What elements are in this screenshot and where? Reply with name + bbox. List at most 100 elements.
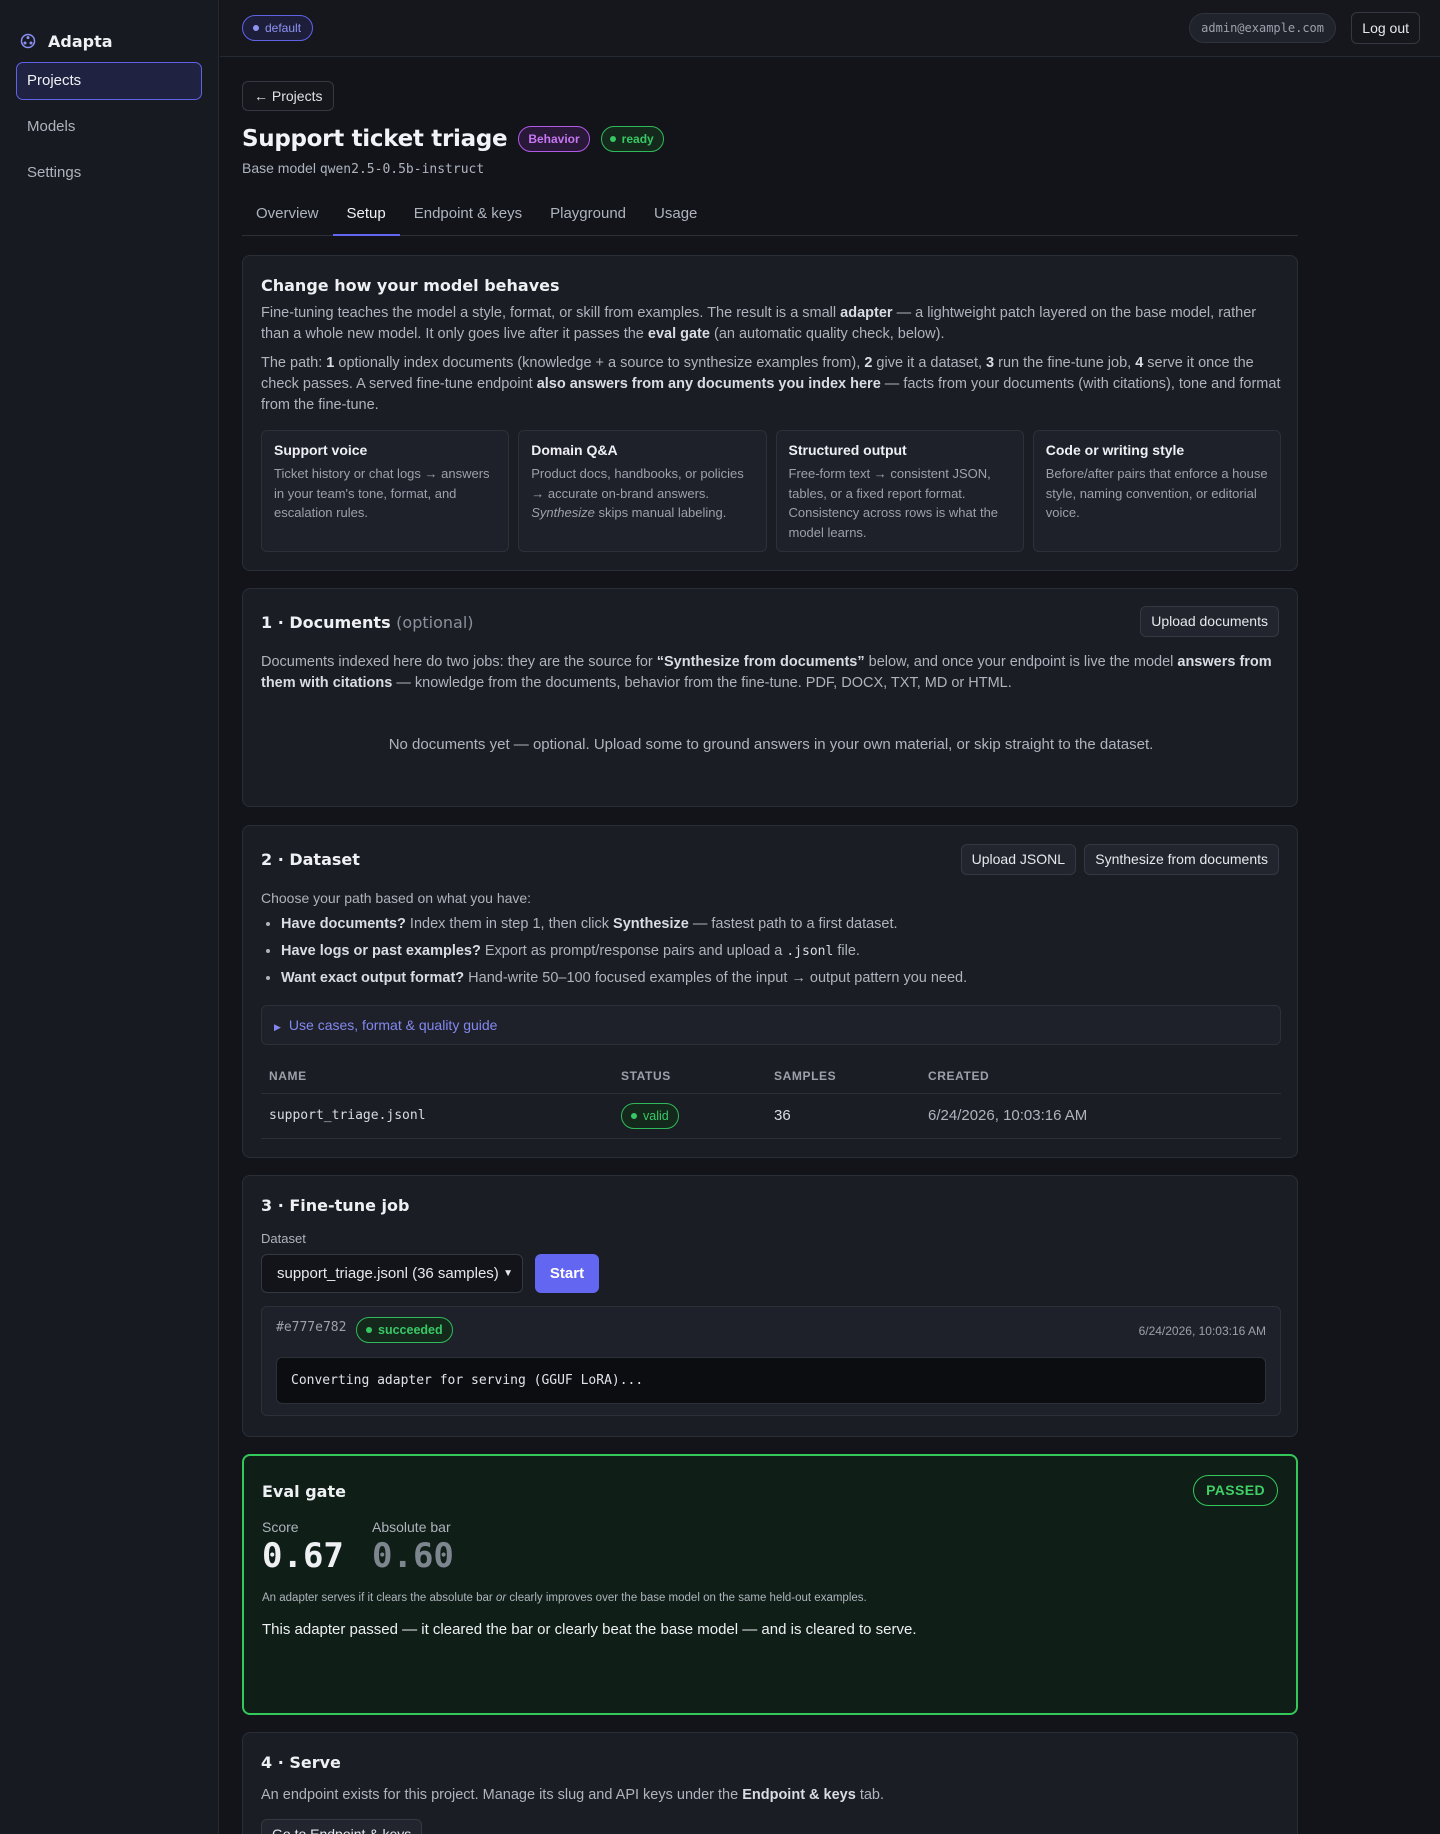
dataset-created: 6/24/2026, 10:03:16 AM <box>920 1093 1281 1139</box>
status-dot-icon <box>609 136 616 142</box>
brand[interactable]: Adapta <box>0 0 218 62</box>
text: — fastest path to a first dataset. <box>688 916 898 932</box>
upload-jsonl-button[interactable]: Upload JSONL <box>960 844 1076 875</box>
column-header-status: STATUS <box>613 1059 766 1094</box>
documents-card: 1 · Documents (optional) Upload document… <box>242 588 1298 807</box>
topbar: default admin@example.com Log out <box>220 0 1440 57</box>
use-case-title: Structured output <box>788 442 907 458</box>
synthesize-term: Synthesize <box>531 505 595 520</box>
job-status-badge: succeeded <box>356 1317 453 1343</box>
text: optionally index documents (knowledge + … <box>334 355 865 371</box>
finetune-card: 3 · Fine-tune job Dataset support_triage… <box>242 1175 1298 1437</box>
serve-card: 4 · Serve An endpoint exists for this pr… <box>242 1732 1298 1834</box>
emphasis: “Synthesize from documents” <box>656 654 865 670</box>
project-status-text: ready <box>621 132 654 146</box>
absolute-bar-value: 0.60 <box>372 1536 454 1576</box>
bullet-heading: Want exact output format? <box>281 970 465 986</box>
dataset-card: 2 · Dataset Upload JSONL Synthesize from… <box>242 825 1298 1158</box>
disclosure-triangle-icon: ▶ <box>274 1022 281 1032</box>
workspace-switcher[interactable]: default <box>242 15 314 41</box>
project-status-badge: ready <box>600 126 664 152</box>
eval-result-message: This adapter passed — it cleared the bar… <box>262 1621 917 1638</box>
job-status-text: succeeded <box>378 1323 443 1337</box>
status-badge: valid <box>621 1102 679 1129</box>
emphasis: also answers from any documents you inde… <box>536 376 881 392</box>
text: tab. <box>855 1787 885 1803</box>
text: (an automatic quality check, below). <box>709 326 945 342</box>
emphasis: Synthesize <box>613 916 689 932</box>
tab-playground[interactable]: Playground <box>536 198 640 236</box>
eval-gate-term: eval gate <box>647 326 710 342</box>
dataset-samples: 36 <box>766 1093 920 1139</box>
documents-description: Documents indexed here do two jobs: they… <box>261 652 1281 694</box>
text: run the fine-tune job, <box>994 355 1136 371</box>
dataset-title: 2 · Dataset <box>261 850 360 869</box>
score-label: Score <box>262 1519 299 1535</box>
serve-title: 4 · Serve <box>261 1753 341 1772</box>
tab-usage[interactable]: Usage <box>640 198 711 236</box>
tab-setup[interactable]: Setup <box>332 198 400 236</box>
list-item: Have documents? Index them in step 1, th… <box>281 914 967 941</box>
use-case-grid: Support voice Ticket history or chat log… <box>261 430 1281 552</box>
text: Export as prompt/response pairs and uplo… <box>480 943 787 959</box>
tab-overview[interactable]: Overview <box>242 198 333 236</box>
back-to-projects-button[interactable]: ← Projects <box>242 81 335 111</box>
dataset-intro: Choose your path based on what you have: <box>261 890 532 906</box>
status-dot-icon <box>366 1327 372 1333</box>
list-item: Have logs or past examples? Export as pr… <box>281 941 967 968</box>
use-case-card: Code or writing style Before/after pairs… <box>1032 430 1281 552</box>
user-email: admin@example.com <box>1189 13 1336 43</box>
dataset-select[interactable]: support_triage.jsonl (36 samples) ▼ <box>261 1254 523 1293</box>
intro-paragraph-2: The path: 1 optionally index documents (… <box>261 353 1281 416</box>
synthesize-from-documents-button[interactable]: Synthesize from documents <box>1084 844 1279 875</box>
go-to-endpoint-button[interactable]: Go to Endpoint & keys <box>261 1819 423 1834</box>
project-tabs: Overview Setup Endpoint & keys Playgroun… <box>242 198 1298 236</box>
bullet-heading: Have logs or past examples? <box>281 943 481 959</box>
text: Fine-tuning teaches the model a style, f… <box>261 305 841 321</box>
text: clearly improves over the base model on … <box>506 1592 867 1604</box>
text: file. <box>833 943 860 959</box>
logout-button[interactable]: Log out <box>1351 12 1420 44</box>
use-case-title: Domain Q&A <box>531 442 618 458</box>
status-dot-icon <box>631 1112 637 1119</box>
project-header: Support ticket triage Behavior ready <box>242 121 664 157</box>
score-value: 0.67 <box>262 1536 344 1576</box>
base-model-label: Base model <box>242 160 316 176</box>
table-row[interactable]: support_triage.jsonl valid 36 6/24/2026,… <box>261 1093 1281 1139</box>
dataset-path-list: Have documents? Index them in step 1, th… <box>281 914 967 995</box>
dataset-select-label: Dataset <box>261 1231 306 1246</box>
text: — knowledge from the documents, behavior… <box>392 675 1012 691</box>
app-name: Adapta <box>48 31 113 51</box>
text: The path: <box>261 355 327 371</box>
workspace-name: default <box>265 21 302 35</box>
table-header-row: NAME STATUS SAMPLES CREATED <box>261 1059 1281 1094</box>
sidebar-item-projects[interactable]: Projects <box>16 62 202 100</box>
use-case-text: Free-form text → consistent JSON, tables… <box>788 466 999 540</box>
text: Documents indexed here do two jobs: they… <box>261 654 657 670</box>
upload-documents-button[interactable]: Upload documents <box>1140 606 1279 637</box>
use-case-title: Support voice <box>274 442 368 458</box>
text: Hand-write 50–100 focused examples of th… <box>464 970 968 986</box>
start-finetune-button[interactable]: Start <box>535 1254 599 1293</box>
selected-dataset: support_triage.jsonl (36 samples) <box>277 1265 499 1282</box>
intro-paragraph-1: Fine-tuning teaches the model a style, f… <box>261 303 1281 345</box>
documents-title: 1 · Documents (optional) <box>261 613 474 632</box>
emphasis: or <box>495 1592 507 1604</box>
project-type-badge: Behavior <box>518 126 590 152</box>
text: Product docs, handbooks, or policies → a… <box>531 466 744 501</box>
bullet-heading: Have documents? <box>281 916 406 932</box>
text: below, and once your endpoint is live th… <box>864 654 1178 670</box>
tab-endpoint-keys[interactable]: Endpoint & keys <box>400 198 536 236</box>
base-model-name: qwen2.5-0.5b-instruct <box>319 162 485 177</box>
status-text: valid <box>643 1108 669 1123</box>
list-item: Want exact output format? Hand-write 50–… <box>281 968 967 995</box>
use-case-text: Before/after pairs that enforce a house … <box>1045 466 1268 520</box>
base-model-line: Base model qwen2.5-0.5b-instruct <box>242 160 484 177</box>
sidebar: Adapta Projects Models Settings <box>0 0 219 1834</box>
sidebar-item-settings[interactable]: Settings <box>16 154 202 192</box>
use-case-card: Support voice Ticket history or chat log… <box>261 430 510 552</box>
guide-disclosure[interactable]: ▶ Use cases, format & quality guide <box>261 1005 1281 1045</box>
sidebar-item-models[interactable]: Models <box>16 108 202 146</box>
absolute-bar-label: Absolute bar <box>372 1519 451 1535</box>
workspace-dot-icon <box>253 25 259 31</box>
